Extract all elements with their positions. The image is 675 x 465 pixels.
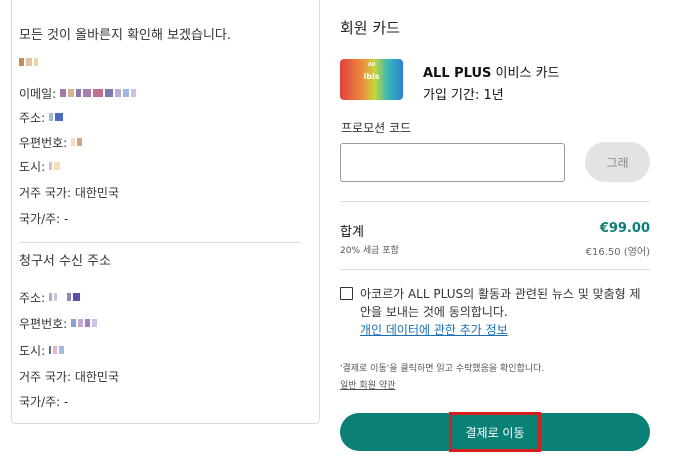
total-value: €99.00	[599, 221, 650, 236]
terms-acceptance-text: '결제로 이동'을 클릭하면 읽고 수락했음을 확인합니다.	[340, 364, 545, 374]
go-to-payment-button[interactable]: 결제로 이동	[340, 412, 650, 452]
card-product-name: ALL PLUS 이비스 카드	[423, 62, 560, 81]
address-row: 주소:	[19, 109, 65, 125]
consent-divider	[340, 269, 650, 270]
address-label: 주소:	[19, 110, 46, 125]
redacted-address	[49, 112, 65, 122]
membership-period: 가입 기간: 1년	[423, 88, 504, 103]
card-image-ibis-text: ibis	[363, 72, 380, 81]
state-row: 국가/주: -	[19, 211, 69, 226]
redacted-billing-postal	[71, 318, 99, 328]
redacted-billing-address	[49, 292, 82, 302]
card-name-rest: 이비스 카드	[491, 66, 560, 81]
total-divider	[340, 201, 650, 202]
tax-value: €16.50 (영어)	[585, 247, 650, 258]
billing-postal-label: 우편번호:	[19, 316, 68, 331]
postal-label: 우편번호:	[19, 135, 68, 150]
ibis-card-image: All ibis	[340, 59, 403, 100]
total-label: 합계	[340, 225, 364, 240]
apply-promo-button[interactable]: 그래	[585, 142, 650, 182]
city-label: 도시:	[19, 159, 46, 174]
email-row: 이메일:	[19, 85, 138, 101]
billing-postal-row: 우편번호:	[19, 315, 99, 331]
confirm-heading: 모든 것이 올바른지 확인해 보겠습니다.	[19, 28, 232, 43]
go-to-payment-label: 결제로 이동	[449, 412, 541, 452]
promo-code-input[interactable]	[340, 143, 565, 182]
redacted-billing-city	[49, 345, 66, 355]
section-divider	[19, 242, 301, 243]
redacted-name	[19, 57, 40, 67]
membership-terms-link[interactable]: 일반 회원 약관	[340, 378, 395, 391]
card-image-all-text: All	[367, 62, 376, 68]
city-row: 도시:	[19, 158, 62, 174]
billing-city-row: 도시:	[19, 342, 66, 358]
billing-address-row: 주소:	[19, 289, 82, 305]
redacted-city	[49, 161, 62, 171]
country-row: 거주 국가: 대한민국	[19, 185, 119, 200]
billing-address-label: 주소:	[19, 290, 46, 305]
marketing-consent-text: 아코르가 ALL PLUS의 활동과 관련된 뉴스 및 맞춤형 제안을 보내는 …	[360, 287, 641, 319]
personal-data-info-link[interactable]: 개인 데이터에 관한 추가 정보	[360, 321, 508, 338]
redacted-email	[60, 88, 138, 98]
membership-card-title: 회원 카드	[340, 19, 400, 37]
billing-city-label: 도시:	[19, 343, 46, 358]
tax-label: 20% 세금 포함	[340, 246, 399, 256]
postal-row: 우편번호:	[19, 134, 84, 150]
card-name-bold: ALL PLUS	[423, 66, 492, 81]
promo-code-label: 프로모션 코드	[341, 121, 412, 135]
redacted-postal	[71, 137, 84, 147]
billing-country-row: 거주 국가: 대한민국	[19, 369, 119, 384]
marketing-consent-checkbox[interactable]	[340, 287, 353, 300]
billing-address-title: 청구서 수신 주소	[19, 254, 111, 269]
name-row	[19, 54, 40, 70]
billing-state-row: 국가/주: -	[19, 394, 69, 409]
email-label: 이메일:	[19, 86, 57, 101]
